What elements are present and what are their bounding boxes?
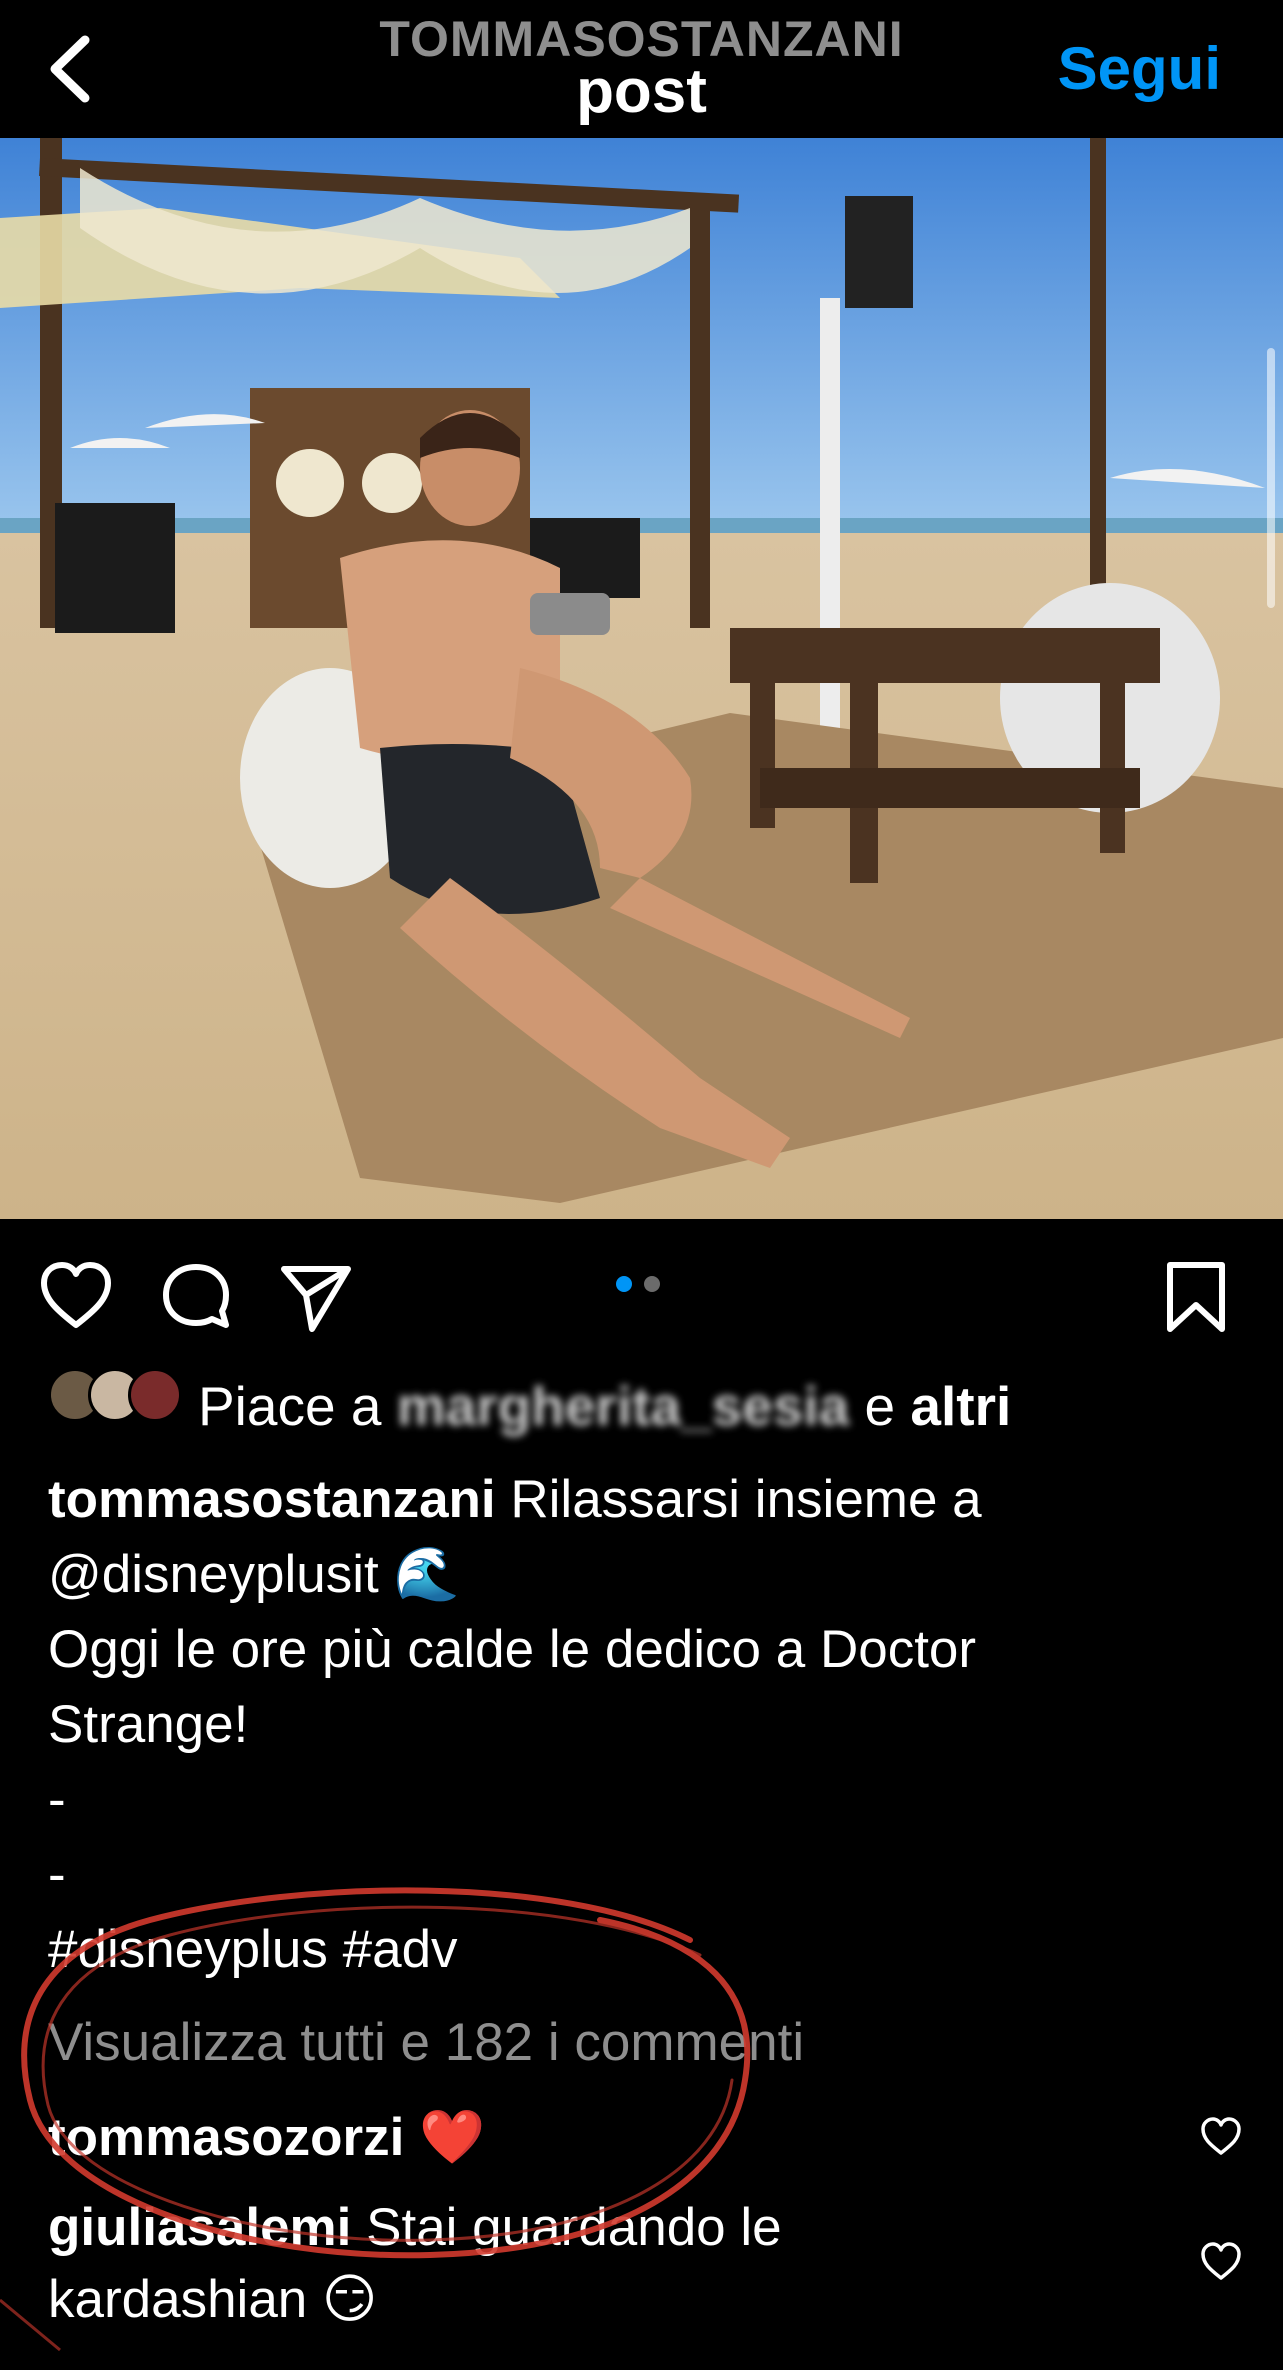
likes-middle: e [849, 1375, 911, 1437]
bookmark-icon[interactable] [1158, 1259, 1234, 1335]
instagram-post-screen: TOMMASOSTANZANI post Segui Piace a margh… [0, 0, 1283, 2370]
heart-icon[interactable] [38, 1259, 114, 1335]
post-caption: tommasostanzani Rilassarsi insieme a @di… [48, 1462, 1228, 1987]
view-all-comments-link[interactable]: Visualizza tutti e 182 i commenti [48, 2012, 804, 2073]
caption-mention[interactable]: @disneyplusit 🌊 [48, 1537, 1228, 1612]
caption-username[interactable]: tommasostanzani [48, 1470, 496, 1529]
carousel-dot [644, 1276, 660, 1292]
likes-summary[interactable]: Piace a margherita_sesia e altri [48, 1362, 1248, 1452]
heart-outline-icon[interactable] [1199, 2240, 1243, 2284]
caption-line: - [48, 1770, 66, 1829]
caption-line: Oggi le ore più calde le dedico a Doctor [48, 1620, 977, 1679]
caption-hashtags[interactable]: #disneyplus #adv [48, 1912, 1228, 1987]
avatar [128, 1368, 182, 1422]
likes-prefix: Piace a [198, 1375, 397, 1437]
comment-text-continued: kardashian 😏 [48, 2270, 378, 2329]
likes-others[interactable]: altri [910, 1375, 1011, 1437]
heart-outline-icon[interactable] [1199, 2115, 1243, 2159]
comment-text: Stai guardando le [351, 2198, 782, 2257]
carousel-dot-active [616, 1276, 632, 1292]
comment-item: giuliasalemi Stai guardando le kardashia… [48, 2192, 1178, 2336]
caption-line: - [48, 1845, 66, 1904]
follow-button[interactable]: Segui [1058, 34, 1221, 103]
top-header: TOMMASOSTANZANI post Segui [0, 0, 1283, 138]
carousel-dots [616, 1276, 660, 1292]
comment-username[interactable]: tommasozorzi [48, 2108, 404, 2167]
caption-text: Rilassarsi insieme a [495, 1470, 982, 1529]
comment-item: tommasozorzi ❤️ [48, 2102, 1178, 2174]
scroll-indicator[interactable] [1267, 348, 1275, 608]
comment-text: ❤️ [404, 2108, 486, 2167]
beach-photo-illustration [0, 138, 1283, 1219]
likes-text: Piace a margherita_sesia e altri [198, 1374, 1011, 1438]
send-icon[interactable] [278, 1259, 354, 1335]
comment-bubble-icon[interactable] [158, 1259, 234, 1335]
post-photo[interactable] [0, 138, 1283, 1219]
comment-username[interactable]: giuliasalemi [48, 2198, 351, 2257]
likes-user[interactable]: margherita_sesia [397, 1375, 850, 1437]
caption-line: Strange! [48, 1695, 249, 1754]
